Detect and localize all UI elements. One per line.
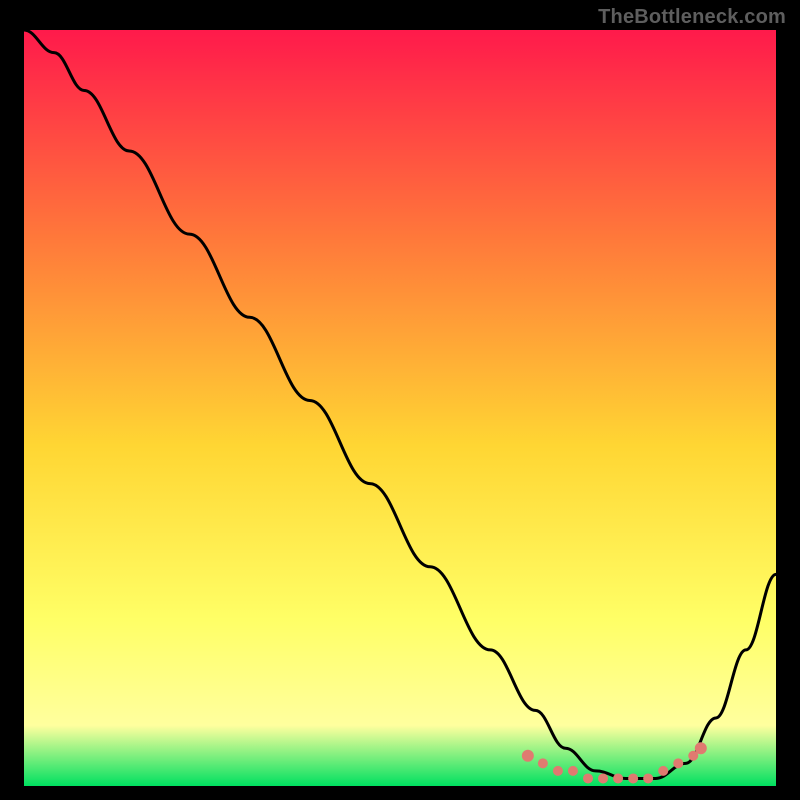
chart-svg xyxy=(24,30,776,786)
highlight-dot xyxy=(628,773,638,783)
highlight-dot xyxy=(643,773,653,783)
gradient-background xyxy=(24,30,776,786)
highlight-dot xyxy=(673,758,683,768)
highlight-dot xyxy=(553,766,563,776)
chart-frame: TheBottleneck.com xyxy=(0,0,800,800)
attribution-text: TheBottleneck.com xyxy=(598,6,786,29)
highlight-dot xyxy=(568,766,578,776)
highlight-dot xyxy=(583,773,593,783)
highlight-dot xyxy=(695,742,707,754)
highlight-dot xyxy=(598,773,608,783)
highlight-dot xyxy=(658,766,668,776)
highlight-dot xyxy=(613,773,623,783)
highlight-dot xyxy=(538,758,548,768)
highlight-dot xyxy=(522,750,534,762)
plot-area xyxy=(24,30,776,786)
